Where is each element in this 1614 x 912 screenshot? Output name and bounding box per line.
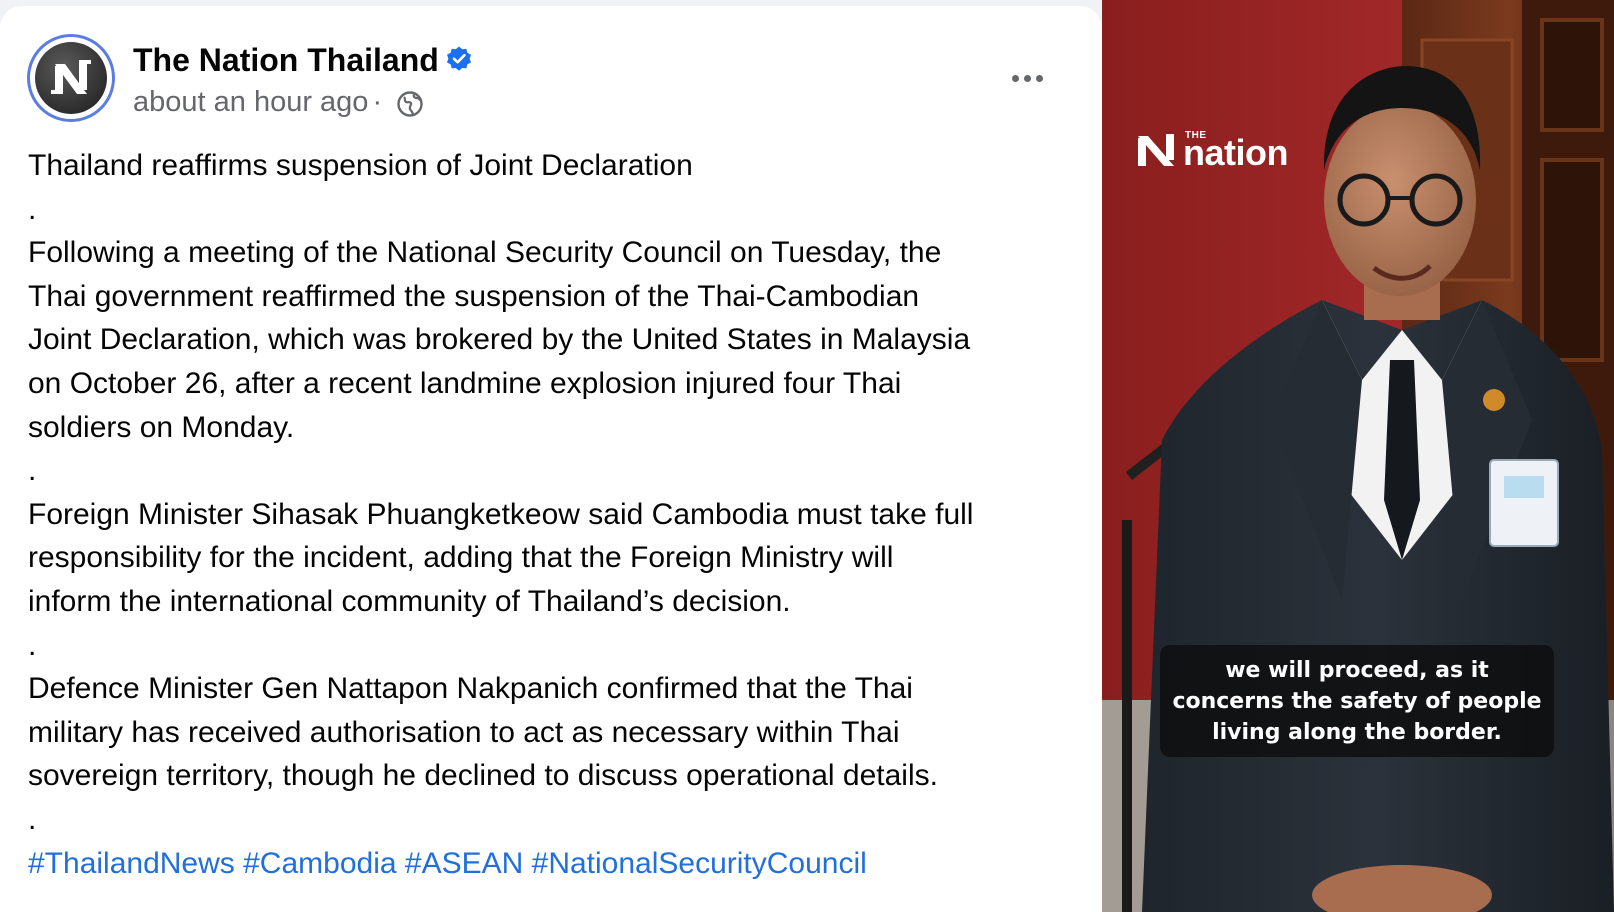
post-paragraph: Following a meeting of the National Secu…: [28, 236, 971, 488]
verified-badge-icon: [447, 46, 471, 71]
hashtag-link[interactable]: #ThailandNews: [28, 847, 235, 880]
meta-separator: ·: [372, 86, 383, 118]
video-thumbnail[interactable]: THE nation we will proceed, as it concer…: [1102, 0, 1614, 912]
post-header: The Nation Thailand about an hour ago ·: [0, 6, 1102, 126]
post-timestamp[interactable]: about an hour ago: [133, 86, 368, 118]
more-options-button[interactable]: [1002, 64, 1052, 92]
hashtag-link[interactable]: #NationalSecurityCouncil: [532, 847, 867, 880]
more-options-dot: [1023, 74, 1031, 82]
the-nation-logo: THE nation: [1138, 128, 1318, 173]
more-options-dot: [1035, 74, 1043, 82]
post-paragraph: Foreign Minister Sihasak Phuangketkeow s…: [28, 497, 974, 662]
video-caption: we will proceed, as it concerns the safe…: [1172, 657, 1542, 745]
post-text: Thailand reaffirms suspension of Joint D…: [28, 144, 1088, 885]
hashtag-link[interactable]: #Cambodia: [243, 847, 396, 880]
post-card: The Nation Thailand about an hour ago · T…: [0, 6, 1102, 912]
hashtag-list: #ThailandNews #Cambodia #ASEAN #National…: [28, 842, 1088, 886]
more-options-icon: [1011, 74, 1019, 82]
globe-icon[interactable]: [396, 90, 424, 118]
post-meta: about an hour ago ·: [133, 86, 386, 119]
hashtag-link[interactable]: #ASEAN: [405, 847, 523, 880]
page-name[interactable]: The Nation Thailand: [133, 42, 439, 79]
video-caption-box: we will proceed, as it concerns the safe…: [1160, 645, 1554, 757]
nation-logo-avatar-icon: [35, 42, 107, 114]
post-paragraph: Defence Minister Gen Nattapon Nakpanich …: [28, 672, 938, 836]
post-paragraph: Thailand reaffirms suspension of Joint D…: [28, 149, 693, 226]
logo-nation-text: nation: [1183, 132, 1288, 173]
nation-n-logo-icon: [1138, 134, 1174, 166]
page-avatar[interactable]: [27, 34, 115, 122]
